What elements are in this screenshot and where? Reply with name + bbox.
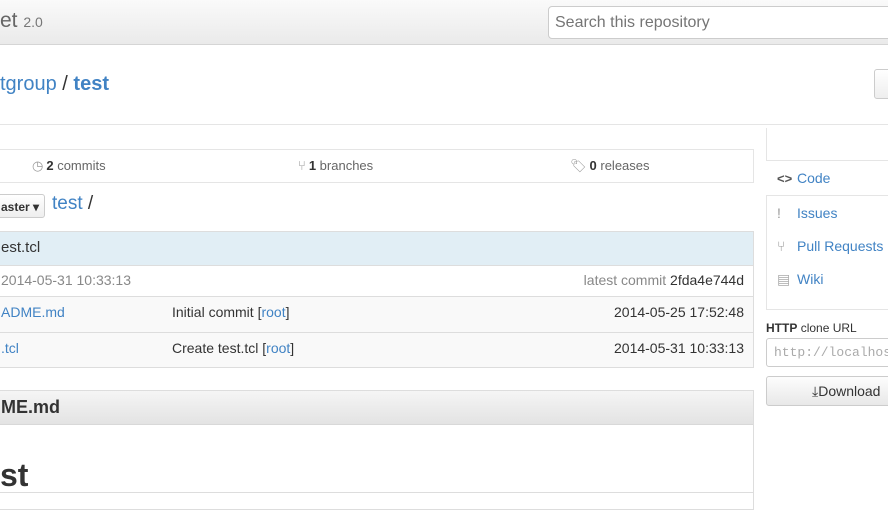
sidebar-item-pull-requests[interactable]: ⑂ Pull Requests: [777, 238, 883, 254]
message-text: Initial commit: [172, 304, 254, 320]
branch-selector[interactable]: aster ▾: [0, 194, 45, 218]
download-button[interactable]: ⤓Download: [766, 376, 888, 406]
app-brand[interactable]: et 2.0: [0, 9, 43, 33]
branches-label: branches: [319, 158, 374, 173]
clone-url-input[interactable]: http://localhost:8: [766, 338, 888, 367]
sidebar-label: Wiki: [797, 271, 824, 287]
file-table: est.tcl 2014-05-31 10:33:13 latest commi…: [0, 231, 754, 368]
brand-version: 2.0: [23, 14, 43, 30]
repo-owner-link[interactable]: tgroup: [0, 73, 57, 95]
issues-icon: !: [777, 205, 781, 221]
breadcrumb-sep: /: [87, 193, 94, 214]
readme-heading: st: [0, 457, 29, 493]
commit-message: Initial commit [root]: [172, 304, 290, 320]
repo-name-link[interactable]: test: [73, 73, 109, 95]
sidebar-top-box: [766, 128, 888, 161]
table-row: ADME.md Initial commit [root] 2014-05-25…: [0, 296, 753, 332]
repo-action-button[interactable]: [874, 69, 888, 99]
branches-count: 1: [308, 158, 317, 173]
commits-count: 2: [46, 158, 54, 173]
ref-link[interactable]: root: [261, 304, 285, 320]
tag-icon: 🏷: [570, 158, 587, 173]
commit-message: Create test.tcl [root]: [172, 340, 295, 356]
clone-url-label: HTTP clone URL: [766, 321, 857, 335]
pull-request-icon: ⑂: [777, 238, 786, 254]
sidebar-label: Pull Requests: [797, 238, 884, 254]
clone-protocol: HTTP: [766, 321, 798, 335]
readme-title: ME.md: [0, 391, 753, 425]
file-link[interactable]: ADME.md: [1, 304, 65, 320]
sidebar-label: Issues: [797, 205, 838, 221]
history-icon: ◷: [32, 158, 44, 173]
breadcrumb-root[interactable]: test: [52, 193, 83, 214]
sidebar-item-code[interactable]: <> Code: [777, 170, 830, 186]
releases-count: 0: [589, 158, 597, 173]
top-header: et 2.0: [0, 0, 888, 45]
sidebar-label: Code: [797, 170, 831, 186]
latest-commit-label: latest commit: [583, 272, 667, 288]
releases-stat[interactable]: 🏷 0 releases: [570, 158, 650, 174]
sidebar-item-wiki[interactable]: ▤ Wiki: [777, 271, 823, 288]
repo-title: tgroup / test: [0, 73, 109, 96]
message-text: Create test.tcl: [172, 340, 259, 356]
latest-commit-header: est.tcl: [0, 232, 753, 265]
releases-label: releases: [600, 158, 650, 173]
code-icon: <>: [777, 171, 793, 186]
branch-icon: ⑂: [298, 158, 306, 173]
commits-label: commits: [57, 158, 106, 173]
repo-stats-bar: ◷ 2 commits ⑂ 1 branches 🏷 0 releases: [0, 149, 754, 183]
divider: [0, 492, 754, 493]
commits-stat[interactable]: ◷ 2 commits: [32, 158, 106, 174]
sidebar-item-issues[interactable]: ! Issues: [777, 205, 837, 221]
download-label: Download: [818, 383, 881, 399]
commit-hash-link[interactable]: 2fda4e744d: [670, 272, 744, 288]
divider: [0, 124, 888, 125]
branches-stat[interactable]: ⑂ 1 branches: [298, 158, 373, 173]
repo-sep: /: [62, 73, 68, 95]
file-date: 2014-05-25 17:52:48: [614, 304, 744, 320]
clone-label-text: clone URL: [800, 321, 857, 335]
ref-link[interactable]: root: [266, 340, 290, 356]
latest-commit-meta: 2014-05-31 10:33:13 latest commit 2fda4e…: [0, 265, 753, 296]
brand-name: et: [0, 9, 18, 32]
breadcrumb: test /: [52, 193, 93, 215]
file-link[interactable]: .tcl: [1, 340, 19, 356]
latest-commit: latest commit 2fda4e744d: [584, 272, 744, 288]
table-row: .tcl Create test.tcl [root] 2014-05-31 1…: [0, 332, 753, 367]
latest-commit-message: est.tcl: [1, 239, 41, 256]
search-input[interactable]: [548, 6, 888, 39]
file-date: 2014-05-31 10:33:13: [614, 340, 744, 356]
wiki-icon: ▤: [777, 271, 791, 287]
commit-date: 2014-05-31 10:33:13: [1, 272, 131, 288]
